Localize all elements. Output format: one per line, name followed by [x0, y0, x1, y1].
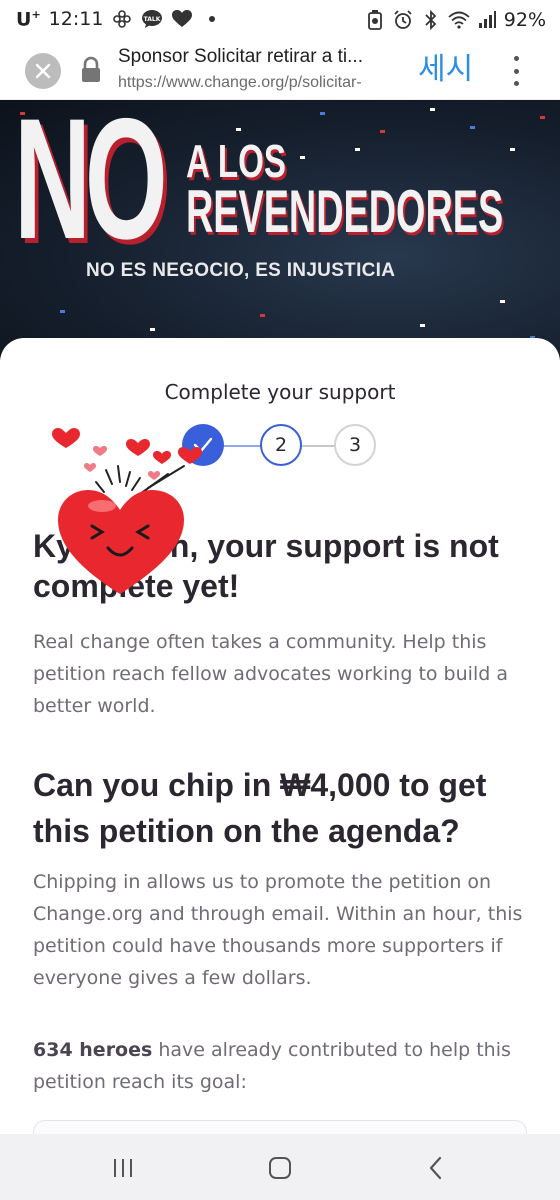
step-connector [222, 445, 262, 447]
step-3-upcoming: 3 [334, 424, 376, 466]
small-heart-icon [93, 446, 107, 456]
bluetooth-icon [420, 9, 442, 31]
menu-dot [513, 81, 519, 86]
chip-in-paragraph: Chipping in allows us to promote the pet… [33, 871, 523, 989]
community-paragraph: Real change often takes a community. Hel… [33, 631, 508, 717]
hero-line-2: REVENDEDORES [186, 178, 504, 245]
home-button[interactable] [265, 1154, 295, 1182]
heart-sticker-overlay [44, 422, 214, 600]
page-title: Sponsor Solicitar retirar a ti... [118, 46, 363, 67]
recent-apps-icon [114, 1159, 132, 1177]
carrier-label: U+ [16, 8, 41, 31]
overlay-handwritten-text: 세시 [418, 52, 474, 87]
home-icon [269, 1157, 291, 1179]
battery-percent: 92% [503, 9, 546, 31]
recent-apps-button[interactable] [108, 1154, 138, 1182]
heart-icon [171, 8, 193, 30]
menu-dot [513, 68, 519, 74]
kakao-label: TALK [144, 16, 161, 23]
chip-in-headline: Can you chip in ₩4,000 to get this petit… [33, 767, 487, 849]
status-right: 92% [364, 9, 546, 31]
alarm-icon [392, 9, 414, 31]
signal-icon [476, 9, 498, 31]
dot-icon [201, 8, 223, 30]
step-2-current: 2 [260, 424, 302, 466]
system-navigation-bar [0, 1134, 560, 1200]
hero-tagline: NO ES NEGOCIO, ES INJUSTICIA [86, 260, 396, 281]
small-heart-icon [52, 428, 80, 448]
menu-dot [513, 56, 519, 61]
battery-saver-icon [364, 9, 386, 31]
small-heart-icon [84, 463, 96, 472]
lock-icon[interactable] [80, 56, 102, 84]
petition-hero-image: NO A LOS REVENDEDORES NO ES NEGOCIO, ES … [0, 100, 560, 360]
custom-tab-bar: Sponsor Solicitar retirar a ti... https:… [0, 42, 560, 100]
wifi-icon [448, 9, 470, 31]
small-heart-icon [153, 451, 171, 464]
status-left: U+ 12:11 TALK [16, 8, 223, 30]
status-bar: U+ 12:11 TALK 92% [0, 0, 560, 42]
back-button[interactable] [421, 1154, 451, 1182]
heroes-paragraph: 634 heroes have already contributed to h… [33, 1034, 533, 1098]
small-heart-icon [126, 439, 150, 456]
small-heart-icon [148, 471, 160, 480]
sheet-title: Complete your support [164, 380, 396, 404]
small-heart-icon [178, 447, 202, 464]
step-connector [300, 445, 336, 447]
page-url[interactable]: https://www.change.org/p/solicitar- [118, 74, 402, 92]
clock: 12:11 [48, 8, 104, 31]
pinwheel-icon [111, 8, 133, 30]
close-icon [35, 63, 51, 79]
headline-rest: n, your support is not [169, 528, 499, 564]
hero-big-word: NO [14, 100, 168, 275]
close-tab-button[interactable] [25, 53, 61, 89]
back-icon [429, 1156, 442, 1180]
overflow-menu-button[interactable] [506, 54, 526, 88]
kakaotalk-icon: TALK [141, 8, 163, 30]
smiling-heart-icon [58, 490, 184, 594]
heroes-count: 634 heroes [33, 1039, 153, 1061]
